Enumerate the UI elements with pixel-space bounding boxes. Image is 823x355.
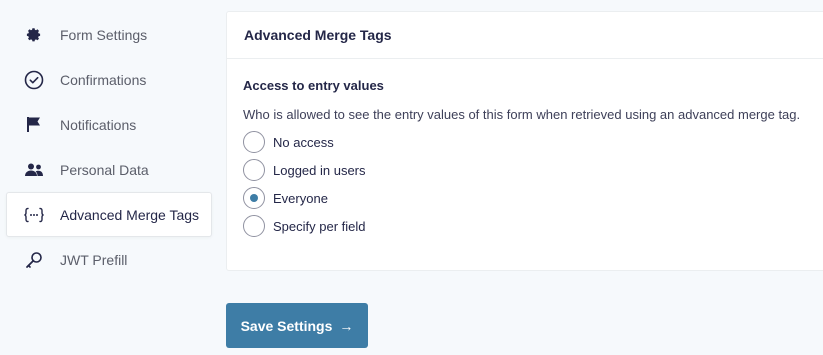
radio-option-no-access[interactable]: No access [243,128,823,156]
radio-option-specify-per-field[interactable]: Specify per field [243,212,823,240]
radio-button[interactable] [243,131,265,153]
merge-tag-braces-icon [23,204,45,226]
radio-button[interactable] [243,215,265,237]
sidebar-item-label: Notifications [60,116,137,133]
radio-label: Logged in users [273,162,366,178]
check-circle-icon [23,69,45,91]
flag-icon [23,114,45,136]
section-label: Access to entry values [243,78,384,93]
sidebar-item-label: Form Settings [60,26,148,43]
section-description: Who is allowed to see the entry values o… [243,107,801,122]
radio-label: No access [273,134,334,150]
save-button-label: Save Settings [240,317,333,334]
users-icon [23,159,45,181]
sidebar-item-label: Confirmations [60,71,147,88]
sidebar-item-notifications[interactable]: Notifications [6,102,212,147]
sidebar-item-advanced-merge-tags[interactable]: Advanced Merge Tags [6,192,212,237]
panel-title: Advanced Merge Tags [227,12,823,59]
radio-button-selected[interactable] [243,187,265,209]
sidebar-item-confirmations[interactable]: Confirmations [6,57,212,102]
access-radio-group: No access Logged in users Everyone Speci… [243,128,823,240]
sidebar-item-personal-data[interactable]: Personal Data [6,147,212,192]
settings-sidebar: Form Settings Confirmations Notification… [6,12,212,282]
key-icon [23,249,45,271]
radio-label: Specify per field [273,218,366,234]
radio-option-logged-in-users[interactable]: Logged in users [243,156,823,184]
radio-option-everyone[interactable]: Everyone [243,184,823,212]
save-settings-button[interactable]: Save Settings → [226,303,368,348]
sidebar-item-label: JWT Prefill [60,251,128,268]
panel-body: Access to entry values Who is allowed to… [227,59,823,240]
radio-label: Everyone [273,190,328,206]
radio-selected-dot [250,194,258,202]
arrow-right-icon: → [339,317,354,334]
sidebar-item-jwt-prefill[interactable]: JWT Prefill [6,237,212,282]
sidebar-item-label: Advanced Merge Tags [60,206,200,223]
radio-button[interactable] [243,159,265,181]
sidebar-item-form-settings[interactable]: Form Settings [6,12,212,57]
gear-icon [23,24,45,46]
advanced-merge-tags-panel: Advanced Merge Tags Access to entry valu… [226,11,823,271]
sidebar-item-label: Personal Data [60,161,149,178]
